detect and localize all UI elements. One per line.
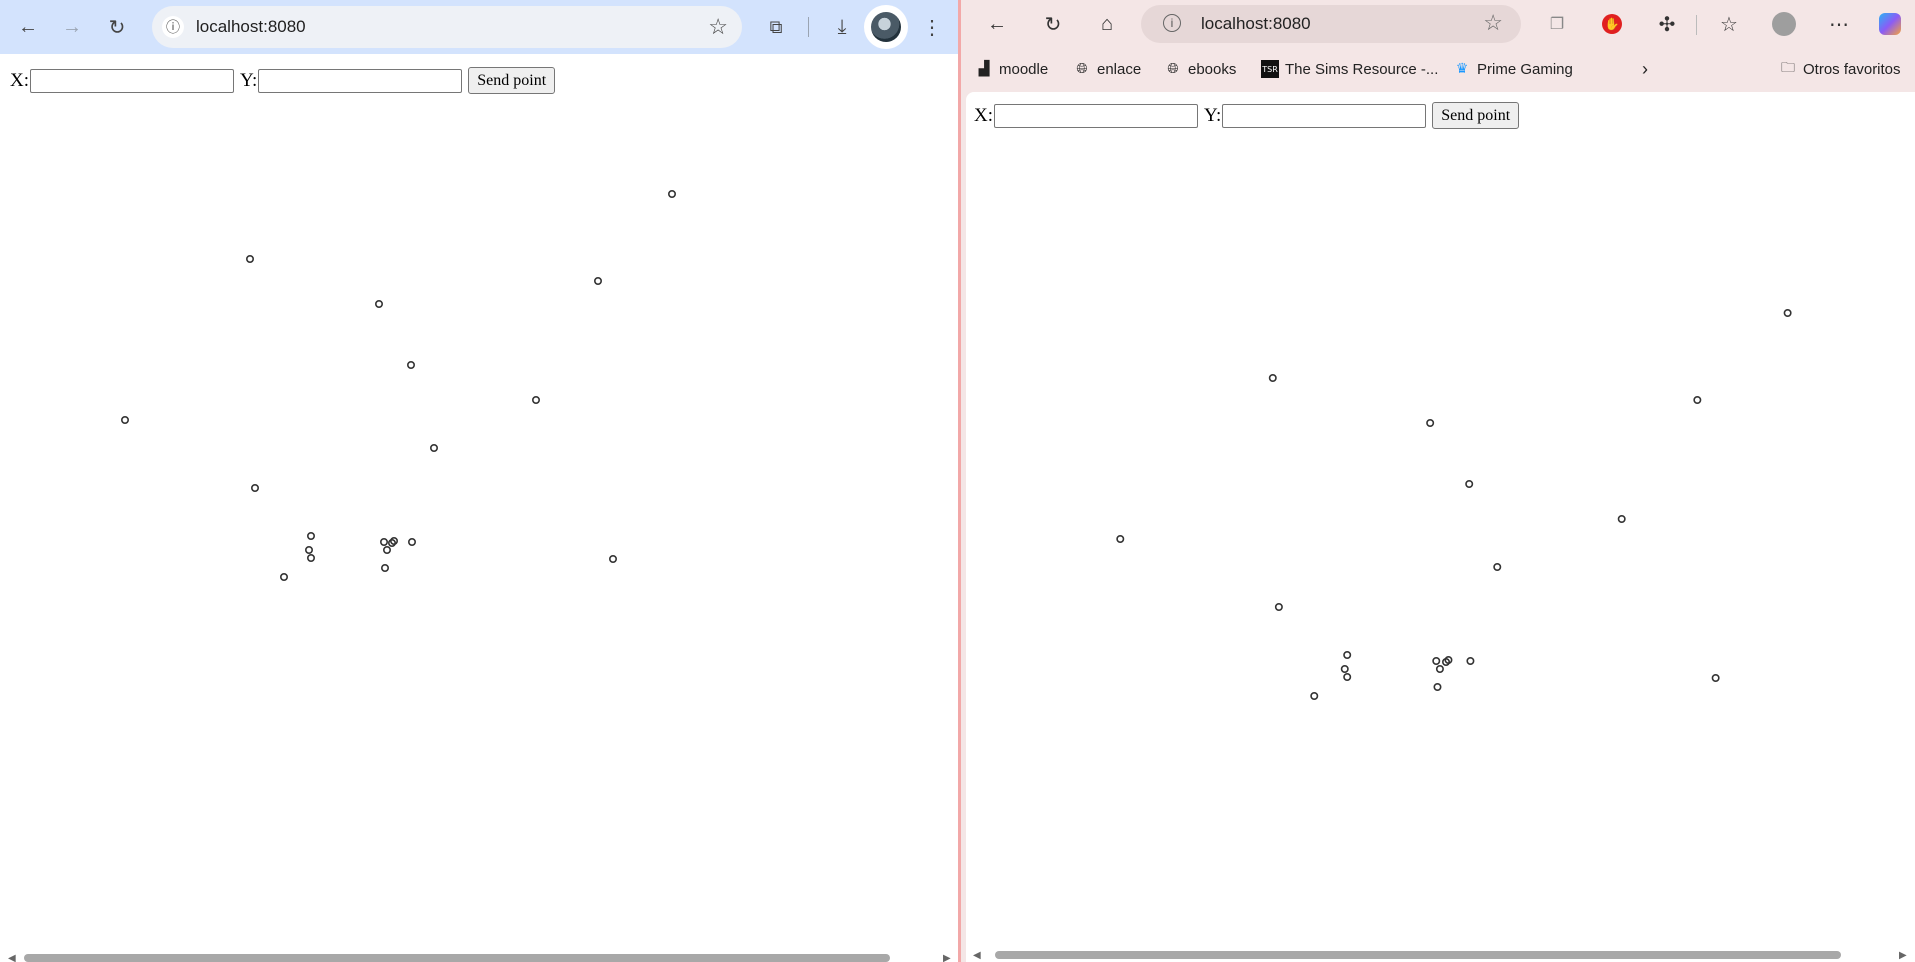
- folder-icon: 🗀: [1781, 60, 1795, 76]
- url-text: localhost:8080: [1201, 14, 1311, 33]
- data-point: [1310, 691, 1319, 700]
- home-icon[interactable]: ⌂: [1091, 8, 1123, 40]
- bookmark-sims-resource[interactable]: TSR The Sims Resource -...: [1261, 57, 1438, 81]
- data-point: [279, 572, 288, 581]
- data-point: [667, 190, 676, 199]
- data-point: [1783, 309, 1792, 318]
- points-canvas: [1116, 309, 1792, 700]
- profile-icon[interactable]: [1768, 8, 1800, 40]
- data-point: [407, 537, 416, 546]
- scroll-right-icon[interactable]: ▶: [1899, 950, 1907, 961]
- data-point: [406, 360, 415, 369]
- bookmark-label: Prime Gaming: [1477, 60, 1573, 78]
- scroll-left-icon[interactable]: ◀: [8, 953, 16, 962]
- globe-icon: 🌐︎: [1167, 61, 1179, 77]
- toolbar-divider: [1696, 15, 1697, 35]
- horizontal-scrollbar[interactable]: [24, 954, 890, 962]
- back-icon[interactable]: ←: [981, 8, 1013, 40]
- data-point: [608, 554, 617, 563]
- bookmark-label: moodle: [999, 60, 1049, 78]
- data-point: [374, 299, 383, 308]
- chrome-window: ← → ↻ ⓘ localhost:8080 ☆ ⧉ ⤓ ⋮ X: Y: Sen…: [0, 0, 958, 962]
- bookmark-label: enlace: [1097, 60, 1142, 78]
- bookmark-label: ebooks: [1188, 60, 1237, 78]
- data-point: [382, 545, 391, 554]
- crown-icon: ♛: [1455, 61, 1469, 77]
- data-point: [380, 563, 389, 572]
- data-point: [429, 443, 438, 452]
- star-icon[interactable]: ☆: [1483, 10, 1503, 36]
- data-point: [1493, 562, 1502, 571]
- more-icon[interactable]: ⋯: [1823, 8, 1855, 40]
- address-bar[interactable]: i localhost:8080 ☆: [1141, 5, 1521, 43]
- tsr-icon: TSR: [1261, 60, 1279, 78]
- data-point: [306, 553, 315, 562]
- scroll-right-icon[interactable]: ▶: [943, 953, 951, 962]
- info-icon[interactable]: i: [1163, 14, 1181, 32]
- reload-icon[interactable]: ↻: [1037, 8, 1069, 40]
- data-point: [593, 276, 602, 285]
- page-viewport: X: Y: Send point: [966, 92, 1915, 962]
- data-point: [1343, 650, 1352, 659]
- data-point: [1711, 673, 1720, 682]
- data-point: [1617, 514, 1626, 523]
- bookmark-moodle[interactable]: ▟ moodle: [975, 57, 1049, 81]
- data-point: [1268, 373, 1277, 382]
- data-point: [1433, 682, 1442, 691]
- data-point: [1465, 479, 1474, 488]
- data-point: [1435, 664, 1444, 673]
- data-point: [1466, 656, 1475, 665]
- bookmark-label: The Sims Resource -...: [1285, 60, 1439, 78]
- other-favorites-label: Otros favoritos: [1803, 60, 1901, 78]
- globe-icon: 🌐︎: [1076, 61, 1088, 77]
- more-bookmarks-chevron-icon[interactable]: ›: [1642, 57, 1648, 81]
- data-point: [251, 483, 260, 492]
- favorites-icon[interactable]: ☆: [1713, 8, 1745, 40]
- data-point: [1343, 672, 1352, 681]
- data-point: [379, 537, 388, 546]
- data-point: [304, 545, 313, 554]
- moodle-icon: ▟: [978, 61, 990, 77]
- tab-actions-icon[interactable]: ❐: [1541, 8, 1573, 40]
- adblock-icon[interactable]: ✋: [1596, 8, 1628, 40]
- other-favorites[interactable]: 🗀 Otros favoritos: [1779, 57, 1901, 81]
- copilot-icon[interactable]: [1874, 8, 1906, 40]
- extensions-icon[interactable]: ✣: [1651, 8, 1683, 40]
- data-point: [121, 415, 130, 424]
- data-point: [531, 395, 540, 404]
- bookmark-enlace[interactable]: 🌐︎ enlace: [1073, 57, 1141, 81]
- data-point: [1340, 664, 1349, 673]
- scroll-left-icon[interactable]: ◀: [973, 950, 981, 961]
- edge-window: ← ↻ ⌂ i localhost:8080 ☆ ❐ ✋ ✣ ☆ ⋯ ▟ moo…: [958, 0, 1915, 962]
- data-point: [1693, 395, 1702, 404]
- bookmark-prime-gaming[interactable]: ♛ Prime Gaming: [1453, 57, 1573, 81]
- data-point: [1432, 656, 1441, 665]
- data-point: [1274, 602, 1283, 611]
- data-point: [1426, 418, 1435, 427]
- bookmark-ebooks[interactable]: 🌐︎ ebooks: [1164, 57, 1236, 81]
- points-canvas: [121, 190, 676, 581]
- horizontal-scrollbar[interactable]: [995, 951, 1841, 959]
- data-point: [1116, 534, 1125, 543]
- data-point: [246, 255, 255, 264]
- data-point: [306, 531, 315, 540]
